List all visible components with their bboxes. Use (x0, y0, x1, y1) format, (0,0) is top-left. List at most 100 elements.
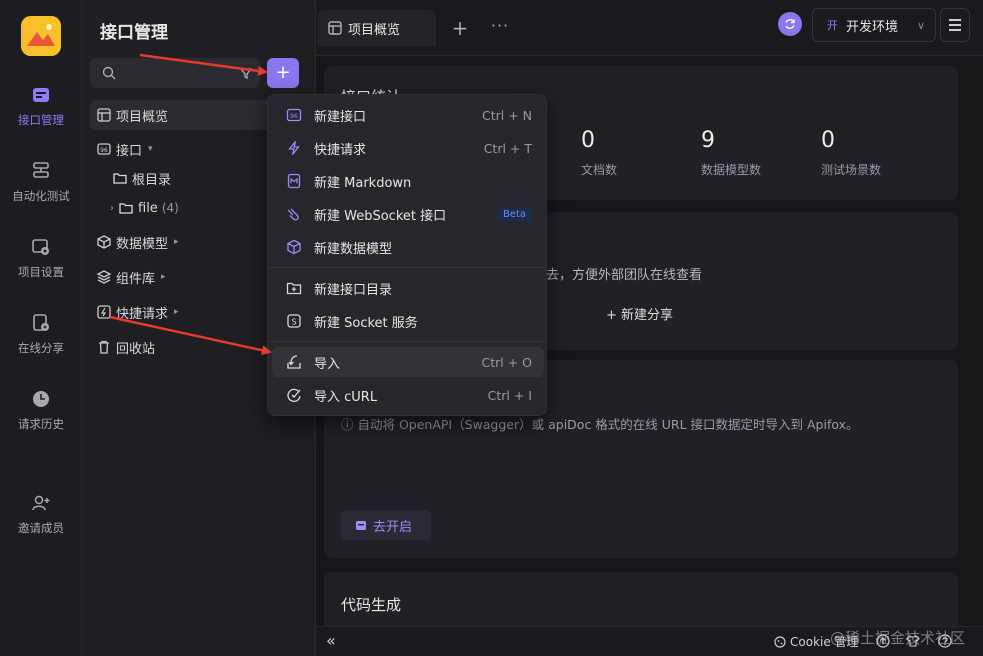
share-icon (33, 314, 49, 331)
chevron-down-icon: ∨ (916, 18, 925, 32)
automation-icon (33, 162, 49, 178)
menu-item-new-socket-service[interactable]: S 新建 Socket 服务 (272, 306, 544, 336)
sync-icon (785, 19, 795, 29)
collapse-sidebar-button[interactable]: « (326, 631, 336, 650)
new-tab-button[interactable]: + (450, 16, 470, 40)
tree-label: 项目概览 (116, 109, 169, 125)
nav-item-online-share[interactable]: 在线分享 (0, 312, 82, 372)
ellipsis-icon: ··· (490, 16, 510, 35)
menu-shortcut: Ctrl + O (481, 354, 532, 370)
stat-number: 0 (581, 128, 595, 153)
menu-label: 导入 cURL (314, 389, 378, 405)
sync-button[interactable] (778, 12, 802, 36)
app-window: 接口管理 自动化测试 项目设置 在线分享 请求历史 邀请成员 接口管理 + 项目… (0, 0, 983, 656)
tree-count: (4) (161, 201, 179, 215)
nav-label: 接口管理 (18, 113, 64, 127)
menu-item-quick-request[interactable]: 快捷请求 Ctrl + T (272, 133, 544, 163)
nav-label: 邀请成员 (18, 521, 64, 535)
tab-label: 项目概览 (348, 22, 401, 38)
caret-right-icon: ▸ (161, 272, 166, 282)
component-icon (96, 270, 112, 284)
nav-label: 项目设置 (18, 265, 64, 279)
nav-item-request-history[interactable]: 请求历史 (0, 388, 82, 448)
tree-label: 组件库 (116, 271, 156, 287)
left-nav: 接口管理 自动化测试 项目设置 在线分享 请求历史 邀请成员 (0, 0, 82, 656)
import-icon (287, 355, 301, 369)
calendar-icon (356, 521, 366, 530)
stat-models: 9 数据模型数 (701, 128, 761, 178)
settings-icon (32, 239, 49, 255)
add-button[interactable]: + (267, 58, 299, 88)
environment-select[interactable]: 开 开发环境 ∨ (812, 8, 936, 42)
codegen-card: 代码生成 (324, 572, 958, 632)
folder-icon (113, 173, 127, 184)
websocket-icon (287, 208, 299, 221)
nav-label: 请求历史 (18, 417, 64, 431)
menu-divider (268, 267, 546, 268)
curl-icon (287, 388, 301, 402)
menu-label: 导入 (314, 356, 341, 372)
sidebar-title: 接口管理 (100, 23, 168, 43)
menu-item-new-markdown[interactable]: 新建 Markdown (272, 166, 544, 196)
markdown-icon (287, 173, 301, 189)
menu-item-new-api-folder[interactable]: 新建接口目录 (272, 273, 544, 303)
plus-icon: + (451, 16, 469, 40)
menu-item-new-api[interactable]: 96 新建接口 Ctrl + N (272, 100, 544, 130)
menu-shortcut: Ctrl + I (487, 387, 532, 403)
nav-label: 自动化测试 (12, 189, 70, 203)
top-bar: 项目概览 + ··· 开 开发环境 ∨ (316, 0, 983, 56)
stat-number: 9 (701, 128, 715, 153)
menu-label: 快捷请求 (314, 142, 367, 158)
quick-request-icon (97, 305, 111, 319)
apifox-logo-icon (21, 16, 61, 56)
stat-docs: 0 文档数 (581, 128, 617, 178)
plus-icon: + (275, 62, 291, 83)
lightning-icon (288, 141, 300, 155)
enable-button[interactable]: 去开启 (341, 510, 431, 540)
cookie-icon (774, 635, 786, 648)
nav-item-automation[interactable]: 自动化测试 (0, 160, 82, 220)
nav-label: 在线分享 (18, 341, 64, 355)
overview-icon (97, 108, 111, 122)
svg-text:96: 96 (100, 147, 108, 154)
beta-badge: Beta (496, 206, 532, 222)
menu-label: 新建接口 (314, 109, 367, 125)
stat-label: 测试场景数 (821, 163, 882, 177)
more-tabs-button[interactable]: ··· (488, 16, 512, 40)
svg-text:S: S (291, 318, 296, 327)
model-icon (97, 235, 111, 249)
menu-shortcut: Ctrl + N (481, 107, 532, 123)
new-share-button[interactable]: + 新建分享 (606, 304, 673, 323)
env-badge: 开 (827, 19, 838, 32)
tree-label: file (138, 200, 158, 216)
invite-icon (32, 495, 50, 511)
stat-scenarios: 0 测试场景数 (821, 128, 881, 178)
tree-label: 数据模型 (116, 236, 169, 252)
menu-item-import[interactable]: 导入 Ctrl + O (272, 347, 544, 377)
menu-label: 新建 Markdown (314, 175, 412, 191)
filter-icon (240, 68, 252, 79)
stat-label: 数据模型数 (701, 163, 762, 177)
menu-label: 新建接口目录 (314, 282, 393, 298)
filter-button[interactable] (232, 58, 260, 88)
share-description: 去，方便外部团队在线查看 (546, 268, 703, 283)
main-menu-button[interactable] (940, 8, 970, 42)
overview-icon (328, 21, 342, 35)
history-icon (33, 391, 49, 407)
app-logo[interactable] (21, 16, 61, 56)
caret-right-icon: ▸ (174, 307, 179, 317)
tree-label: 回收站 (116, 341, 156, 357)
api-tag-icon: 96 (97, 143, 111, 155)
menu-item-new-data-model[interactable]: 新建数据模型 (272, 232, 544, 262)
chevron-right-icon: › (110, 202, 114, 214)
import-tip: ⓘ 自动将 OpenAPI（Swagger）或 apiDoc 格式的在线 URL… (341, 417, 859, 432)
nav-item-api-management[interactable]: 接口管理 (0, 84, 82, 144)
menu-item-import-curl[interactable]: 导入 cURL Ctrl + I (272, 380, 544, 410)
nav-item-project-settings[interactable]: 项目设置 (0, 236, 82, 296)
tree-label: 接口 (116, 143, 143, 159)
menu-item-new-websocket[interactable]: 新建 WebSocket 接口 Beta (272, 199, 544, 229)
nav-item-invite-members[interactable]: 邀请成员 (0, 492, 82, 552)
tab-overview[interactable]: 项目概览 (318, 10, 436, 46)
socket-icon: S (287, 314, 301, 328)
env-label: 开发环境 (846, 19, 899, 35)
